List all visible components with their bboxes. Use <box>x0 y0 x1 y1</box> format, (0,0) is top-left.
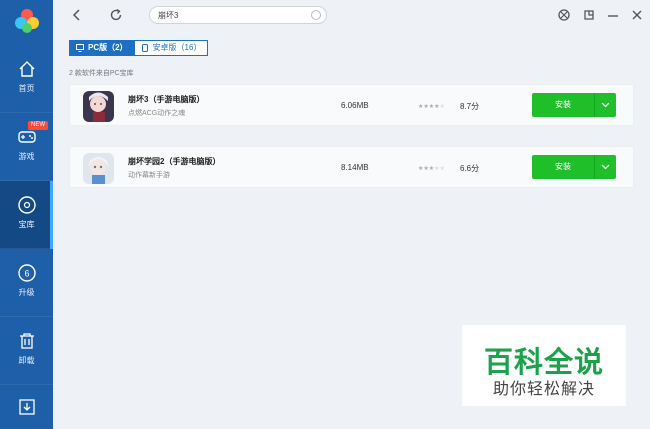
watermark-subtitle: 助你轻松解决 <box>492 381 595 398</box>
tab-android[interactable]: 安卓版（16） <box>134 40 209 56</box>
settings-icon[interactable] <box>556 7 572 23</box>
disc-icon <box>18 196 36 214</box>
app-description: 动作幕新手游 <box>128 172 170 179</box>
app-name[interactable]: 崩坏3（手游电脑版） <box>128 94 204 105</box>
install-label: 安装 <box>555 100 571 109</box>
button-divider <box>594 155 595 179</box>
app-score: 6.6分 <box>460 164 480 173</box>
button-divider <box>594 93 595 117</box>
sidebar: 首页 NEW 游戏 宝库 6 升级 卸载 <box>0 0 53 429</box>
minimize-icon[interactable] <box>605 7 621 23</box>
app-description: 点燃ACG动作之魂 <box>128 110 186 117</box>
list-item[interactable]: 崩坏学园2（手游电脑版） 动作幕新手游 8.14MB ★★★★★ 6.6分 安装 <box>69 146 634 188</box>
platform-tabs: PC版（2） 安卓版（16） <box>69 40 209 56</box>
results-count: 2 款软件来自PC宝库 <box>69 70 134 77</box>
search-input[interactable]: 崩坏3 <box>149 6 327 24</box>
app-name[interactable]: 崩坏学园2（手游电脑版） <box>128 156 220 167</box>
install-button[interactable]: 安装 <box>532 155 616 179</box>
sidebar-item-label: 首页 <box>18 84 35 93</box>
app-thumbnail <box>83 91 114 122</box>
app-logo-icon[interactable] <box>13 7 41 35</box>
gamepad-icon <box>18 131 36 143</box>
sidebar-item-label: 卸载 <box>18 356 35 365</box>
rating-stars: ★★★★★ <box>418 166 445 172</box>
restore-icon[interactable] <box>581 7 597 23</box>
search-value: 崩坏3 <box>158 11 179 20</box>
tab-label: PC版（2） <box>88 43 128 52</box>
close-icon[interactable] <box>629 7 645 23</box>
search-icon[interactable] <box>310 9 322 21</box>
sidebar-item-uninstall[interactable]: 卸载 <box>0 317 53 385</box>
watermark: 百科全说 助你轻松解决 <box>462 325 626 406</box>
download-icon <box>19 399 35 415</box>
upgrade-count: 6 <box>24 269 29 279</box>
refresh-icon[interactable] <box>108 7 124 23</box>
install-button[interactable]: 安装 <box>532 93 616 117</box>
active-indicator <box>50 181 53 249</box>
chevron-down-icon[interactable] <box>600 99 611 110</box>
app-score: 8.7分 <box>460 102 480 111</box>
home-icon <box>19 61 35 77</box>
app-thumbnail <box>83 153 114 184</box>
upgrade-icon: 6 <box>18 264 36 282</box>
sidebar-item-label: 游戏 <box>18 152 35 161</box>
app-size: 6.06MB <box>341 101 369 110</box>
trash-icon <box>20 333 34 349</box>
topbar: 崩坏3 <box>53 0 650 30</box>
list-item[interactable]: 崩坏3（手游电脑版） 点燃ACG动作之魂 6.06MB ★★★★★ 8.7分 安… <box>69 84 634 126</box>
rating-stars: ★★★★★ <box>418 104 445 110</box>
sidebar-item-label: 宝库 <box>18 220 35 229</box>
phone-icon <box>141 44 148 52</box>
sidebar-item-home[interactable]: 首页 <box>0 45 53 113</box>
sidebar-item-label: 升级 <box>18 288 35 297</box>
chevron-down-icon[interactable] <box>600 161 611 172</box>
tab-label: 安卓版（16） <box>152 43 202 52</box>
sidebar-item-downloads[interactable] <box>0 385 53 429</box>
sidebar-item-games[interactable]: NEW 游戏 <box>0 113 53 181</box>
sidebar-item-treasury[interactable]: 宝库 <box>0 181 53 249</box>
install-label: 安装 <box>555 162 571 171</box>
sidebar-item-upgrade[interactable]: 6 升级 <box>0 249 53 317</box>
back-icon[interactable] <box>69 7 85 23</box>
app-size: 8.14MB <box>341 163 369 172</box>
monitor-icon <box>76 44 84 52</box>
tab-pc[interactable]: PC版（2） <box>69 40 135 56</box>
